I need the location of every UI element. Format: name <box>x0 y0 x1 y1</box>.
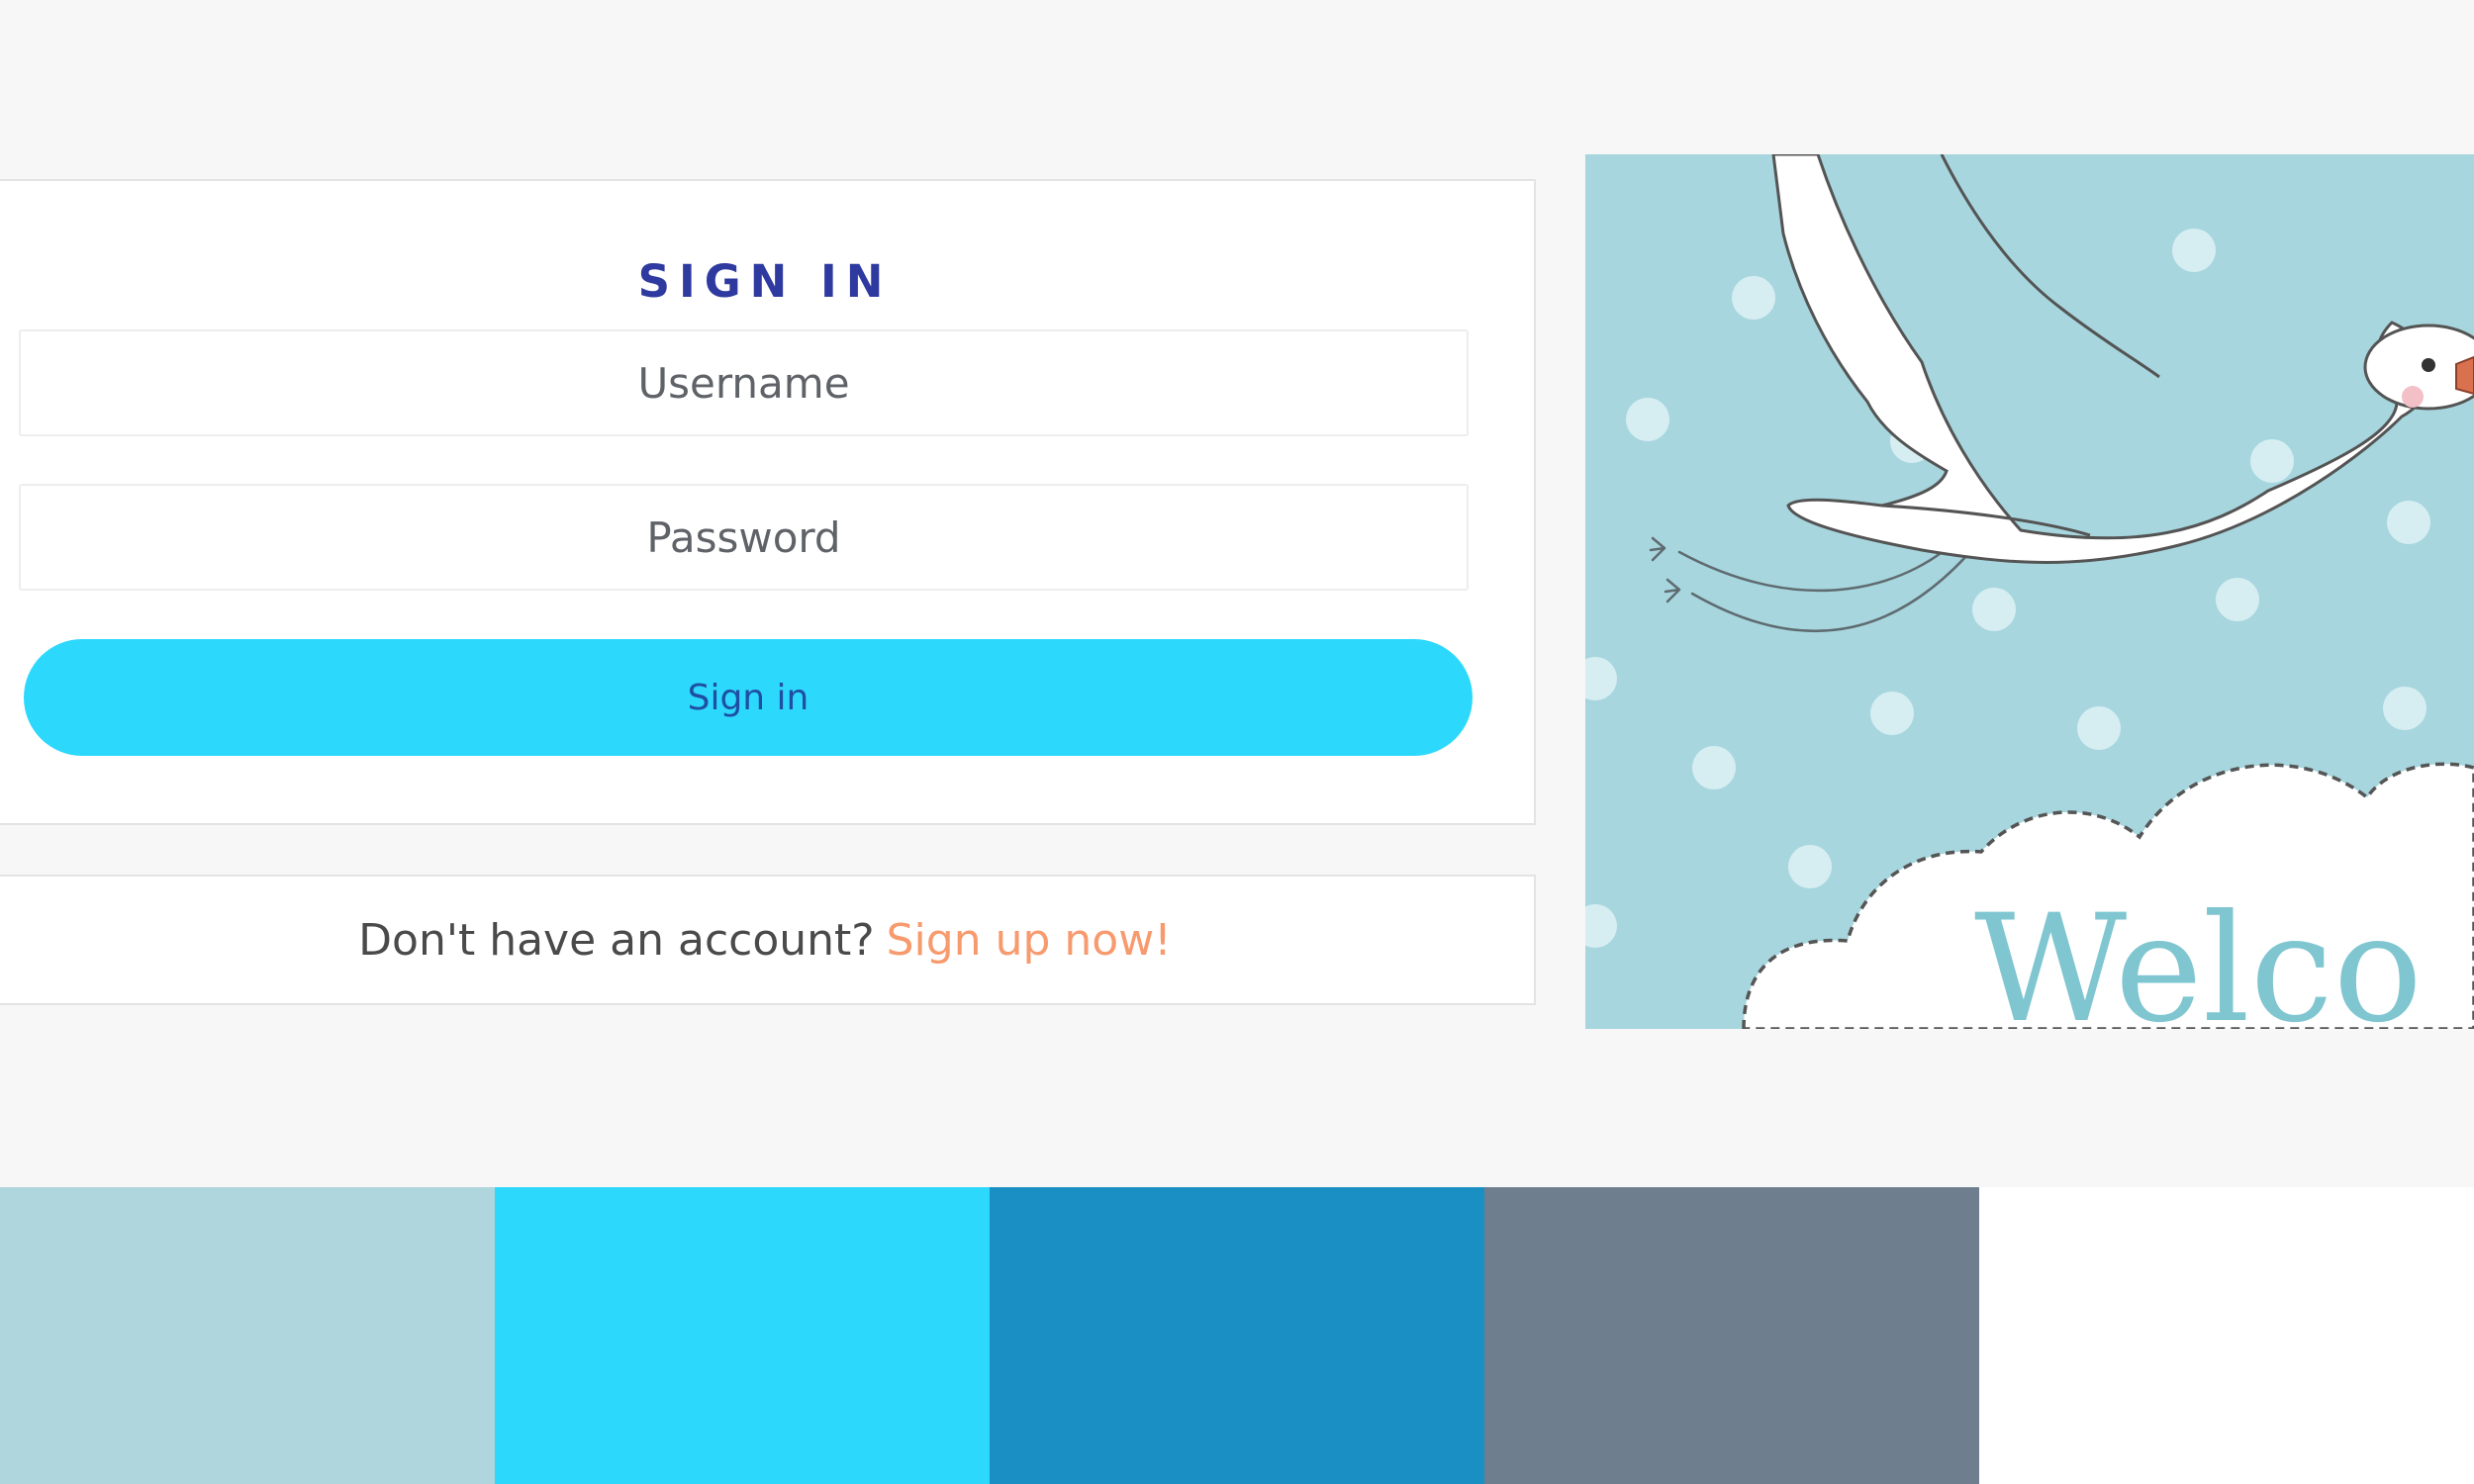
sign-in-title: SIGN IN <box>637 255 893 308</box>
sign-up-link[interactable]: Sign up now! <box>887 915 1172 966</box>
password-input[interactable] <box>19 484 1469 591</box>
signup-card: Don't have an account? Sign up now! <box>0 875 1536 1005</box>
username-input[interactable] <box>19 329 1469 436</box>
signup-prompt: Don't have an account? <box>358 914 875 966</box>
welcome-image-text: Welco <box>1974 883 2423 1029</box>
color-palette <box>0 1187 2474 1484</box>
sign-in-button[interactable]: Sign in <box>24 639 1473 756</box>
palette-swatch <box>495 1187 990 1484</box>
welcome-stork-image: Welco <box>1585 154 2474 1029</box>
login-card: SIGN IN Sign in <box>0 179 1536 825</box>
palette-swatch <box>1979 1187 2474 1484</box>
palette-swatch <box>0 1187 495 1484</box>
palette-swatch <box>990 1187 1484 1484</box>
palette-swatch <box>1484 1187 1979 1484</box>
stork-icon: Welco <box>1585 154 2474 1029</box>
